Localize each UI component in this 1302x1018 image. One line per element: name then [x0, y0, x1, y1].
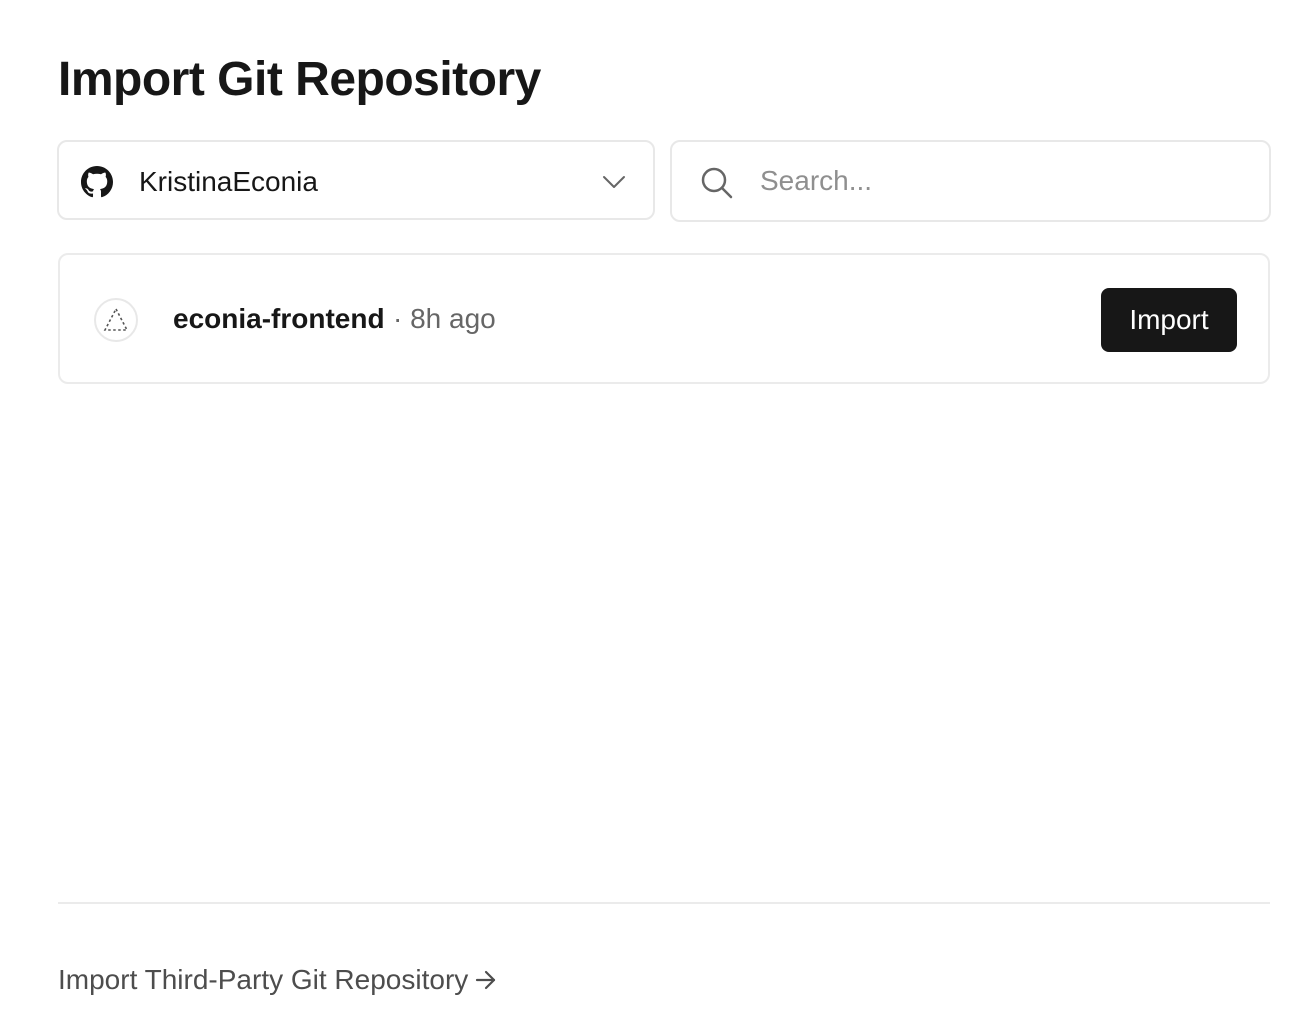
arrow-right-icon	[476, 970, 496, 990]
repository-list: econia-frontend · 8h ago Import	[58, 253, 1270, 384]
divider	[58, 902, 1270, 904]
github-icon	[81, 166, 113, 198]
import-page: Import Git Repository KristinaEconia eco…	[0, 0, 1302, 1018]
selected-account-name: KristinaEconia	[139, 166, 318, 197]
repo-updated-time: · 8h ago	[393, 303, 496, 334]
import-third-party-link[interactable]: Import Third-Party Git Repository	[58, 962, 498, 998]
dashed-triangle-icon	[103, 307, 129, 331]
search-field[interactable]	[670, 140, 1271, 222]
chevron-down-icon	[603, 176, 625, 188]
page-title: Import Git Repository	[58, 53, 541, 106]
repo-avatar	[94, 298, 138, 342]
search-input[interactable]	[760, 160, 1240, 202]
search-icon	[701, 167, 733, 199]
third-party-link-label: Import Third-Party Git Repository	[58, 964, 469, 995]
import-button[interactable]: Import	[1101, 288, 1237, 352]
list-item: econia-frontend · 8h ago Import	[60, 255, 1268, 382]
repo-name: econia-frontend	[173, 303, 385, 334]
account-selector[interactable]: KristinaEconia	[57, 140, 655, 220]
